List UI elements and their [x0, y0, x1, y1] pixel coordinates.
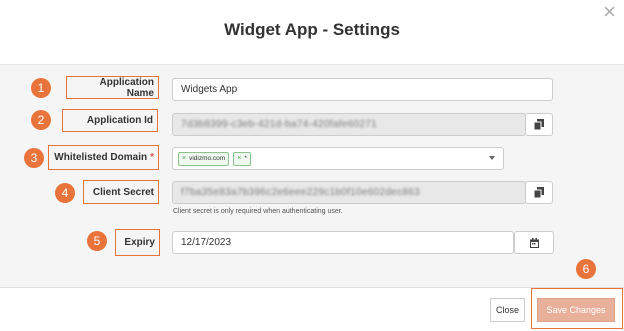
- step-badge-2: 2: [31, 110, 51, 130]
- label-whitelisted-domain: Whitelisted Domain *: [48, 145, 159, 170]
- application-id-label: Application Id: [86, 115, 153, 126]
- label-client-secret: Client Secret: [83, 180, 159, 204]
- domain-tag[interactable]: × *: [233, 151, 251, 166]
- copy-client-secret-button[interactable]: [525, 181, 553, 204]
- label-expiry: Expiry: [115, 229, 160, 256]
- chevron-down-icon[interactable]: [489, 156, 495, 160]
- application-id-value: 7d3b8399-c3eb-421d-ba74-420fafe60271: [181, 119, 377, 130]
- application-name-input[interactable]: Widgets App: [172, 78, 553, 101]
- client-secret-label: Client Secret: [92, 186, 154, 198]
- required-marker: *: [150, 152, 154, 163]
- dialog-header: Widget App - Settings ×: [0, 0, 624, 65]
- step-badge-3: 3: [24, 148, 44, 168]
- application-name-label: Application Name: [99, 76, 154, 99]
- step-badge-5: 5: [87, 231, 107, 251]
- application-id-field: 7d3b8399-c3eb-421d-ba74-420fafe60271: [172, 113, 526, 136]
- client-secret-value: f7ba35e83a7b396c2e6eee229c1b0f10e602dec8…: [181, 187, 420, 198]
- copy-icon: [534, 187, 544, 198]
- step-badge-4: 4: [55, 183, 75, 203]
- remove-tag-icon[interactable]: ×: [182, 155, 186, 162]
- label-application-name: Application Name: [66, 76, 159, 99]
- calendar-icon: [529, 237, 539, 248]
- calendar-button[interactable]: [514, 231, 554, 254]
- step-badge-1: 1: [31, 78, 51, 98]
- domain-tag-label: vidizmo.com: [189, 155, 226, 162]
- expiry-label: Expiry: [124, 237, 155, 248]
- expiry-date-input[interactable]: 12/17/2023: [172, 231, 514, 254]
- whitelisted-domain-label: Whitelisted Domain: [54, 152, 148, 163]
- copy-app-id-button[interactable]: [525, 113, 553, 136]
- whitelisted-domain-select[interactable]: × vidizmo.com × *: [172, 147, 504, 170]
- dialog-title: Widget App - Settings: [224, 20, 400, 39]
- client-secret-field: f7ba35e83a7b396c2e6eee229c1b0f10e602dec8…: [172, 181, 526, 204]
- label-application-id: Application Id: [62, 109, 158, 132]
- client-secret-helper-text: Client secret is only required when auth…: [173, 208, 343, 215]
- remove-tag-icon[interactable]: ×: [237, 155, 241, 162]
- step-badge-6: 6: [576, 259, 596, 279]
- close-button[interactable]: Close: [490, 298, 525, 322]
- application-name-value: Widgets App: [181, 84, 238, 95]
- expiry-value: 12/17/2023: [181, 237, 232, 248]
- domain-tag[interactable]: × vidizmo.com: [178, 151, 230, 166]
- copy-icon: [534, 119, 544, 130]
- close-icon[interactable]: ×: [603, 1, 616, 23]
- domain-tag-label: *: [244, 155, 247, 162]
- save-changes-button[interactable]: Save Changes: [537, 298, 615, 322]
